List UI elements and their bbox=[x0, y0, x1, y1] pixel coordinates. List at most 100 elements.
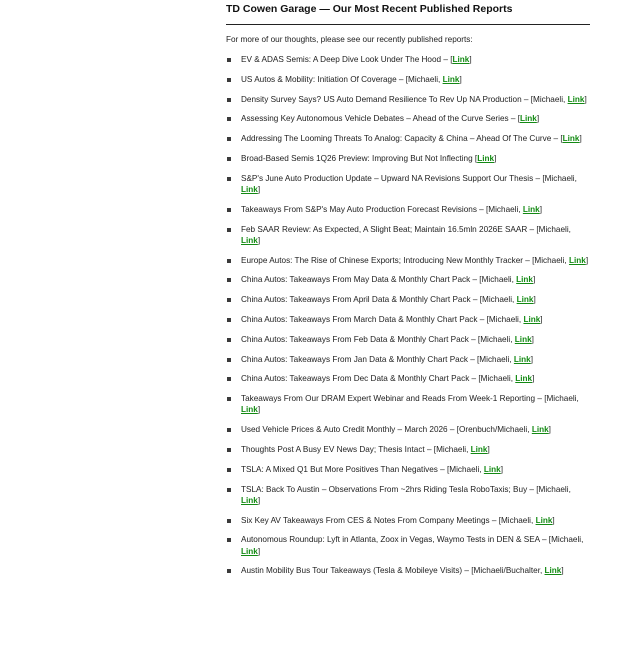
report-link[interactable]: Link bbox=[536, 516, 553, 525]
report-bracket-close: ] bbox=[494, 153, 497, 163]
report-bracket-close: ] bbox=[469, 55, 472, 64]
report-item: China Autos: Takeaways From April Data &… bbox=[226, 294, 592, 305]
report-link[interactable]: Link bbox=[477, 154, 494, 163]
report-title: Takeaways From S&P's May Auto Production… bbox=[241, 204, 523, 214]
report-item: S&P's June Auto Production Update – Upwa… bbox=[226, 173, 592, 195]
report-item: Austin Mobility Bus Tour Takeaways (Tesl… bbox=[226, 565, 592, 576]
report-item: Broad-Based Semis 1Q26 Preview: Improvin… bbox=[226, 153, 592, 164]
bullet-icon bbox=[227, 258, 231, 263]
report-item: Addressing The Looming Threats To Analog… bbox=[226, 133, 592, 144]
report-item: TSLA: Back To Austin – Observations From… bbox=[226, 484, 592, 506]
bullet-icon bbox=[227, 176, 231, 181]
report-bracket-close: ] bbox=[531, 334, 534, 344]
report-bracket-close: ] bbox=[533, 275, 536, 285]
report-link[interactable]: Link bbox=[241, 547, 258, 556]
bullet-icon bbox=[227, 569, 231, 574]
report-link[interactable]: Link bbox=[517, 295, 534, 304]
bullet-icon bbox=[227, 467, 231, 472]
report-item: US Autos & Mobility: Initiation Of Cover… bbox=[226, 74, 592, 85]
report-title: Broad-Based Semis 1Q26 Preview: Improvin… bbox=[241, 153, 478, 163]
report-bracket-close: ] bbox=[561, 566, 564, 576]
report-link[interactable]: Link bbox=[515, 335, 532, 344]
bullet-icon bbox=[227, 298, 231, 303]
report-link[interactable]: Link bbox=[516, 275, 533, 284]
report-link[interactable]: Link bbox=[443, 75, 460, 84]
report-bracket-close: ] bbox=[585, 255, 589, 265]
report-item: Takeaways From S&P's May Auto Production… bbox=[226, 204, 592, 215]
report-item: Autonomous Roundup: Lyft in Atlanta, Zoo… bbox=[226, 534, 592, 556]
report-bracket-close: ] bbox=[459, 74, 462, 84]
report-link[interactable]: Link bbox=[471, 445, 488, 454]
report-list: EV & ADAS Semis: A Deep Dive Look Under … bbox=[226, 54, 592, 577]
report-title: China Autos: Takeaways From May Data & M… bbox=[241, 275, 517, 285]
report-item: China Autos: Takeaways From March Data &… bbox=[226, 314, 592, 325]
report-link[interactable]: Link bbox=[569, 256, 586, 265]
bullet-icon bbox=[227, 278, 231, 283]
report-item: Europe Autos: The Rise of Chinese Export… bbox=[226, 255, 592, 266]
bullet-icon bbox=[227, 518, 231, 523]
report-link[interactable]: Link bbox=[545, 566, 562, 575]
report-title: TSLA: Back To Austin – Observations From… bbox=[241, 484, 571, 494]
report-link[interactable]: Link bbox=[514, 355, 531, 364]
report-title: Density Survey Says? US Auto Demand Resi… bbox=[241, 94, 568, 104]
report-link[interactable]: Link bbox=[484, 465, 501, 474]
reports-section: TD Cowen Garage — Our Most Recent Publis… bbox=[226, 0, 592, 585]
report-item: China Autos: Takeaways From Jan Data & M… bbox=[226, 354, 592, 365]
section-title: TD Cowen Garage — Our Most Recent Publis… bbox=[226, 3, 513, 15]
report-title: China Autos: Takeaways From Feb Data & M… bbox=[241, 334, 515, 344]
report-item: Feb SAAR Review: As Expected, A Slight B… bbox=[226, 224, 592, 246]
report-bracket-close: ] bbox=[532, 374, 535, 384]
report-title: Thoughts Post A Busy EV News Day; Thesis… bbox=[241, 444, 471, 454]
report-link[interactable]: Link bbox=[520, 114, 537, 123]
bullet-icon bbox=[227, 447, 231, 452]
report-title: Six Key AV Takeaways From CES & Notes Fr… bbox=[241, 515, 536, 525]
report-link[interactable]: Link bbox=[523, 315, 540, 324]
bullet-icon bbox=[227, 58, 231, 62]
report-link[interactable]: Link bbox=[515, 374, 532, 383]
report-title: Addressing The Looming Threats To Analog… bbox=[241, 134, 563, 144]
report-link[interactable]: Link bbox=[241, 236, 258, 245]
report-link[interactable]: Link bbox=[532, 425, 549, 434]
bullet-icon bbox=[227, 97, 231, 102]
report-bracket-close: ] bbox=[257, 546, 261, 556]
bullet-icon bbox=[227, 207, 231, 212]
report-title: US Autos & Mobility: Initiation Of Cover… bbox=[241, 74, 443, 84]
report-title: Assessing Key Autonomous Vehicle Debates… bbox=[241, 114, 520, 124]
bullet-icon bbox=[227, 117, 231, 122]
bullet-icon bbox=[227, 357, 231, 362]
report-link[interactable]: Link bbox=[241, 185, 258, 194]
report-bracket-close: ] bbox=[540, 314, 543, 324]
report-link[interactable]: Link bbox=[568, 95, 585, 104]
report-item: China Autos: Takeaways From Feb Data & M… bbox=[226, 334, 592, 345]
report-item: EV & ADAS Semis: A Deep Dive Look Under … bbox=[226, 54, 592, 65]
report-item: Density Survey Says? US Auto Demand Resi… bbox=[226, 94, 592, 105]
bullet-icon bbox=[227, 227, 231, 232]
report-bracket-close: ] bbox=[579, 134, 582, 144]
report-title: China Autos: Takeaways From April Data &… bbox=[241, 295, 517, 305]
report-title: Feb SAAR Review: As Expected, A Slight B… bbox=[241, 224, 571, 234]
report-bracket-close: ] bbox=[584, 94, 587, 104]
report-bracket-close: ] bbox=[487, 444, 490, 454]
report-item: China Autos: Takeaways From May Data & M… bbox=[226, 274, 592, 285]
report-title: Takeaways From Our DRAM Expert Webinar a… bbox=[241, 394, 579, 404]
report-title: China Autos: Takeaways From March Data &… bbox=[241, 314, 524, 324]
report-link[interactable]: Link bbox=[452, 55, 469, 64]
report-link[interactable]: Link bbox=[241, 496, 258, 505]
report-bracket-close: ] bbox=[530, 354, 534, 364]
report-item: Thoughts Post A Busy EV News Day; Thesis… bbox=[226, 444, 592, 455]
bullet-icon bbox=[227, 377, 231, 382]
bullet-icon bbox=[227, 428, 231, 433]
report-link[interactable]: Link bbox=[563, 134, 580, 143]
report-bracket-close: ] bbox=[500, 464, 503, 474]
report-link[interactable]: Link bbox=[523, 205, 540, 214]
report-bracket-close: ] bbox=[539, 204, 542, 214]
report-item: Six Key AV Takeaways From CES & Notes Fr… bbox=[226, 515, 592, 526]
bullet-icon bbox=[227, 77, 231, 82]
bullet-icon bbox=[227, 317, 231, 322]
report-bracket-close: ] bbox=[257, 405, 261, 415]
report-bracket-close: ] bbox=[552, 515, 555, 525]
report-title: S&P's June Auto Production Update – Upwa… bbox=[241, 173, 577, 183]
report-title: China Autos: Takeaways From Jan Data & M… bbox=[241, 354, 514, 364]
report-link[interactable]: Link bbox=[241, 405, 258, 414]
report-bracket-close: ] bbox=[536, 114, 540, 124]
